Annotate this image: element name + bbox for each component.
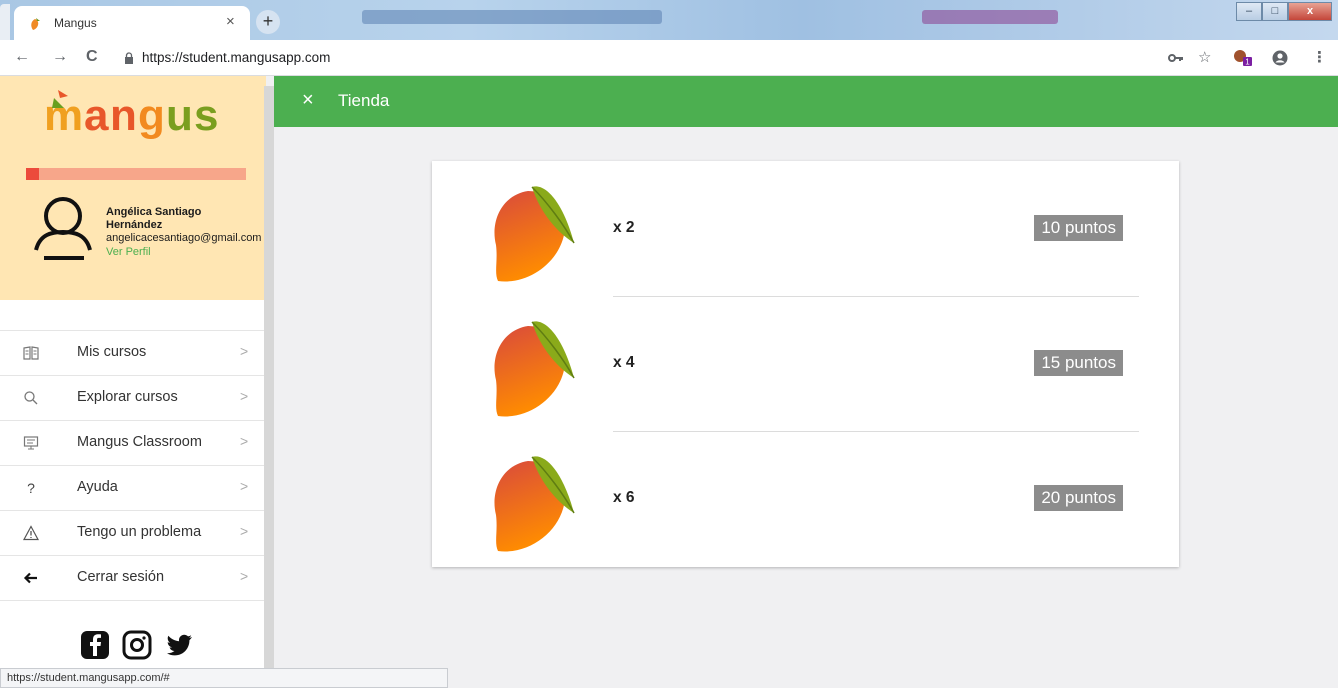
store-card: x 2 10 puntos x 4 15 puntos x 6 20 punto…: [432, 161, 1179, 567]
minimize-button[interactable]: –: [1236, 2, 1262, 21]
price-badge[interactable]: 20 puntos: [1034, 485, 1123, 511]
progress-fill: [26, 168, 40, 180]
view-profile-link[interactable]: Ver Perfil: [106, 246, 151, 258]
browser-tab-strip: Mangus × + – □ x: [0, 0, 1338, 40]
key-icon[interactable]: [1168, 52, 1184, 64]
sidebar: m a n g u s Angélica Santiago Hernández …: [0, 76, 266, 668]
chevron-right-icon: >: [240, 433, 249, 449]
store-item-row[interactable]: x 2 10 puntos: [432, 161, 1179, 296]
svg-text:m: m: [44, 91, 83, 140]
browser-tab[interactable]: Mangus ×: [14, 6, 250, 40]
browser-toolbar: ← → C https://student.mangusapp.com ☆ 1 …: [0, 40, 1338, 76]
price-badge[interactable]: 10 puntos: [1034, 215, 1123, 241]
sidebar-item-mis-cursos[interactable]: Mis cursos >: [0, 331, 266, 376]
profile-icon[interactable]: [1272, 50, 1288, 66]
twitter-icon[interactable]: [164, 630, 194, 660]
close-store-icon[interactable]: ×: [302, 90, 314, 110]
chevron-right-icon: >: [240, 343, 249, 359]
sidebar-item-label: Mis cursos: [77, 344, 147, 360]
sidebar-scrollbar[interactable]: [264, 86, 274, 668]
sidebar-item-mangus-classroom[interactable]: Mangus Classroom >: [0, 421, 266, 466]
store-item-row[interactable]: x 6 20 puntos: [432, 431, 1179, 566]
facebook-icon[interactable]: [80, 630, 110, 660]
sidebar-item-label: Ayuda: [77, 479, 118, 495]
course-progress-bar: [26, 168, 246, 180]
book-icon: [23, 346, 39, 360]
lock-icon: [125, 52, 133, 64]
price-badge[interactable]: 15 puntos: [1034, 350, 1123, 376]
mango-icon: [494, 456, 575, 552]
chevron-right-icon: >: [240, 478, 249, 494]
svg-text:g: g: [138, 91, 165, 140]
page-title: Tienda: [338, 91, 390, 110]
svg-text:a: a: [84, 91, 109, 140]
sidebar-item-label: Cerrar sesión: [77, 569, 165, 585]
sidebar-item-cerrar-sesion[interactable]: Cerrar sesión >: [0, 556, 266, 601]
help-icon: ?: [27, 480, 35, 496]
sidebar-item-tengo-un-problema[interactable]: Tengo un problema >: [0, 511, 266, 556]
window-controls: – □ x: [1236, 2, 1332, 22]
mango-icon: [494, 321, 575, 417]
tab-title: Mangus: [54, 16, 97, 30]
mangus-logo: m a n g u s: [44, 90, 218, 140]
close-window-button[interactable]: x: [1288, 2, 1332, 21]
store-item-row[interactable]: x 4 15 puntos: [432, 296, 1179, 431]
logout-arrow-icon: [23, 572, 37, 584]
reload-icon[interactable]: C: [86, 48, 98, 66]
item-quantity: x 4: [613, 354, 635, 371]
mango-icon: [494, 186, 575, 282]
store-app-bar: × Tienda: [274, 76, 1338, 127]
chevron-right-icon: >: [240, 568, 249, 584]
tab-close-icon[interactable]: ×: [226, 13, 235, 30]
sidebar-item-ayuda[interactable]: ? Ayuda >: [0, 466, 266, 511]
new-tab-button[interactable]: +: [256, 10, 280, 34]
sidebar-item-label: Tengo un problema: [77, 524, 202, 540]
sidebar-item-label: Explorar cursos: [77, 389, 178, 405]
back-icon[interactable]: ←: [14, 48, 30, 66]
tab-strip-edge: [0, 4, 10, 40]
menu-kebab-icon[interactable]: ⋮: [1312, 48, 1327, 66]
warning-icon: [22, 525, 40, 541]
status-bar-url: https://student.mangusapp.com/#: [0, 668, 448, 688]
background-window-title: [922, 10, 1058, 24]
user-name: Angélica Santiago Hernández: [106, 206, 202, 231]
background-window-title: [362, 10, 662, 24]
maximize-button[interactable]: □: [1262, 2, 1288, 21]
address-bar[interactable]: https://student.mangusapp.com: [142, 50, 330, 65]
sidebar-menu: Mis cursos > Explorar cursos > Mangus Cl…: [0, 330, 266, 601]
chevron-right-icon: >: [240, 388, 249, 404]
profile-panel: m a n g u s Angélica Santiago Hernández …: [0, 76, 266, 300]
svg-text:n: n: [110, 91, 137, 140]
user-avatar-icon: [34, 197, 92, 260]
item-quantity: x 6: [613, 489, 635, 506]
svg-text:s: s: [194, 91, 218, 140]
mango-favicon-icon: [31, 18, 40, 30]
item-quantity: x 2: [613, 219, 635, 236]
instagram-icon[interactable]: [122, 630, 152, 660]
bookmark-star-icon[interactable]: ☆: [1198, 48, 1211, 66]
svg-text:u: u: [166, 91, 193, 140]
forward-icon[interactable]: →: [52, 48, 68, 66]
sidebar-item-explorar-cursos[interactable]: Explorar cursos >: [0, 376, 266, 421]
sidebar-item-label: Mangus Classroom: [77, 434, 202, 450]
social-links: [80, 630, 194, 664]
extension-icon[interactable]: 1: [1232, 48, 1254, 68]
chevron-right-icon: >: [240, 523, 249, 539]
search-icon: [24, 391, 38, 405]
user-email: angelicacesantiago@gmail.com: [106, 232, 262, 244]
presentation-icon: [23, 436, 39, 450]
extension-badge: 1: [1245, 58, 1250, 67]
